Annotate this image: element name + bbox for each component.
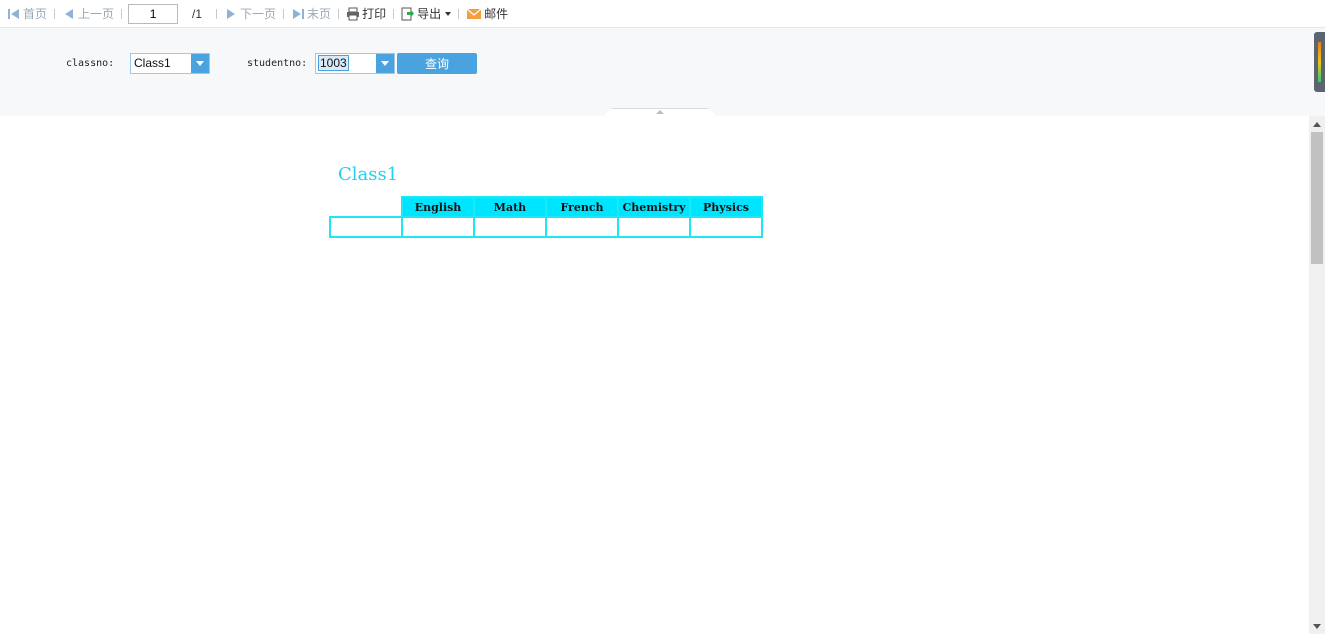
report-toolbar: 首页 上一页 /1 下一页 末页 打印 导 (0, 0, 1325, 28)
collapse-panel-handle[interactable] (603, 108, 717, 116)
scroll-up-button[interactable] (1309, 116, 1325, 132)
table-cell (473, 216, 547, 238)
toolbar-separator (393, 8, 395, 19)
prev-page-button[interactable]: 上一页 (59, 4, 117, 24)
classno-label: classno: (66, 58, 115, 69)
report-content: Class1 English Math French Chemistry Phy… (0, 116, 1309, 634)
studentno-value-wrap[interactable]: 1003 (316, 54, 376, 73)
export-button[interactable]: 导出 (398, 4, 454, 24)
table-cell (617, 216, 691, 238)
chevron-down-icon (381, 61, 389, 66)
first-page-label: 首页 (23, 7, 48, 21)
mail-label: 邮件 (484, 7, 509, 21)
table-row (329, 216, 763, 238)
table-header-row: English Math French Chemistry Physics (330, 196, 763, 218)
printer-icon (347, 7, 360, 20)
next-page-button[interactable]: 下一页 (221, 4, 279, 24)
prev-page-label: 上一页 (78, 7, 115, 21)
toolbar-separator (338, 8, 340, 19)
studentno-value: 1003 (318, 55, 349, 71)
export-icon (401, 7, 415, 20)
print-button[interactable]: 打印 (343, 4, 389, 24)
table-cell (545, 216, 619, 238)
column-header: French (545, 196, 619, 218)
page-number-input[interactable] (128, 3, 179, 24)
table-cell (401, 216, 475, 238)
toolbar-separator (283, 8, 285, 19)
table-corner-cell (330, 197, 402, 217)
scroll-down-button[interactable] (1309, 618, 1325, 634)
next-page-icon (227, 8, 236, 19)
column-header: English (401, 196, 475, 218)
vertical-scrollbar[interactable] (1309, 116, 1325, 634)
mail-button[interactable]: 邮件 (463, 4, 511, 24)
table-cell (689, 216, 763, 238)
toolbar-separator (458, 8, 460, 19)
classno-combo[interactable]: Class1 (130, 53, 210, 74)
column-header: Chemistry (617, 196, 691, 218)
scroll-thumb[interactable] (1311, 132, 1323, 264)
export-label: 导出 (417, 7, 442, 21)
first-page-button[interactable]: 首页 (4, 4, 50, 24)
chevron-down-icon (445, 11, 452, 16)
chevron-up-icon (656, 110, 664, 114)
table-cell (329, 216, 403, 238)
prev-page-icon (65, 8, 74, 19)
next-page-label: 下一页 (240, 7, 277, 21)
print-label: 打印 (362, 7, 387, 21)
classno-dropdown-button[interactable] (191, 54, 209, 73)
mail-icon (466, 8, 482, 19)
classno-value[interactable]: Class1 (131, 54, 191, 73)
scroll-down-icon (1313, 623, 1321, 629)
toolbar-separator (54, 8, 56, 19)
side-panel-handle[interactable] (1314, 32, 1325, 92)
studentno-dropdown-button[interactable] (376, 54, 394, 73)
last-page-button[interactable]: 末页 (288, 4, 334, 24)
side-meter-icon (1318, 42, 1321, 82)
parameter-panel: classno: Class1 studentno: 1003 查询 (0, 28, 1325, 116)
column-header: Math (473, 196, 547, 218)
page-total: /1 (192, 6, 203, 21)
scroll-up-icon (1313, 121, 1321, 127)
toolbar-separator (121, 8, 123, 19)
toolbar-separator (216, 8, 218, 19)
query-button[interactable]: 查询 (397, 53, 477, 74)
column-header: Physics (689, 196, 763, 218)
first-page-icon (8, 8, 19, 19)
report-table: English Math French Chemistry Physics (329, 196, 763, 238)
chevron-down-icon (196, 61, 204, 66)
studentno-label: studentno: (247, 58, 308, 69)
last-page-icon (293, 8, 305, 19)
last-page-label: 末页 (307, 7, 332, 21)
report-title: Class1 (338, 164, 399, 185)
studentno-combo[interactable]: 1003 (315, 53, 395, 74)
